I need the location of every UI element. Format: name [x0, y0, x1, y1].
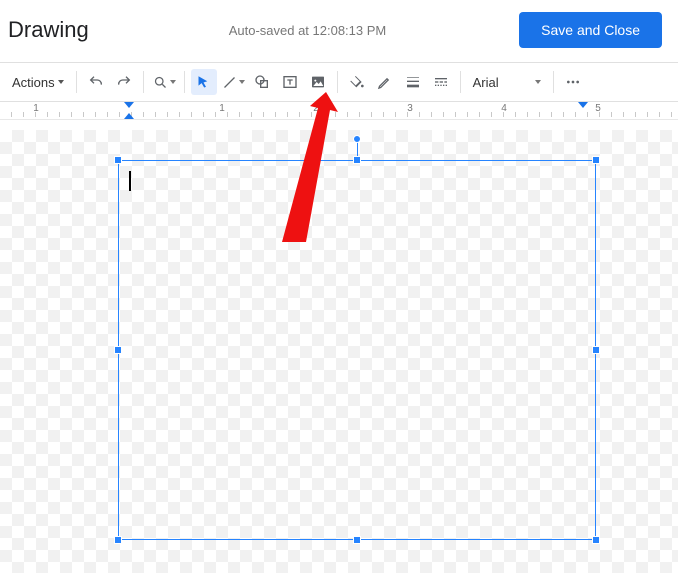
border-dash-button[interactable] — [428, 69, 454, 95]
drawing-canvas[interactable] — [0, 130, 678, 573]
horizontal-ruler: 1 1 2 3 4 5 — [0, 102, 678, 120]
shape-icon — [254, 74, 270, 90]
ruler-ticks — [0, 102, 678, 119]
chevron-down-icon — [58, 80, 64, 84]
ruler-number: 4 — [501, 103, 507, 114]
dialog-header: Drawing Auto-saved at 12:08:13 PM Save a… — [0, 0, 678, 62]
toolbar-separator — [553, 71, 554, 93]
ruler-number: 5 — [595, 103, 601, 114]
redo-button[interactable] — [111, 69, 137, 95]
autosave-status: Auto-saved at 12:08:13 PM — [229, 23, 519, 38]
font-picker[interactable]: Arial — [467, 73, 547, 92]
toolbar-separator — [184, 71, 185, 93]
toolbar-separator — [76, 71, 77, 93]
selected-textbox[interactable] — [118, 160, 596, 540]
border-weight-button[interactable] — [400, 69, 426, 95]
zoom-icon — [153, 75, 168, 90]
undo-icon — [88, 74, 104, 90]
resize-handle-ml[interactable] — [114, 346, 122, 354]
resize-handle-mr[interactable] — [592, 346, 600, 354]
ruler-indent-marker[interactable] — [124, 102, 134, 108]
toolbar-separator — [143, 71, 144, 93]
ruler-number: 1 — [33, 103, 39, 114]
ruler-right-marker[interactable] — [578, 102, 588, 108]
toolbar-separator — [337, 71, 338, 93]
actions-menu-button[interactable]: Actions — [6, 71, 70, 94]
ruler-number: 1 — [219, 103, 225, 114]
undo-button[interactable] — [83, 69, 109, 95]
chevron-down-icon — [170, 80, 176, 84]
line-tool-button[interactable] — [219, 69, 247, 95]
fill-color-button[interactable] — [344, 69, 370, 95]
line-weight-icon — [405, 74, 421, 90]
chevron-down-icon — [239, 80, 245, 84]
more-button[interactable] — [560, 69, 586, 95]
resize-handle-tl[interactable] — [114, 156, 122, 164]
save-and-close-button[interactable]: Save and Close — [519, 12, 662, 48]
border-color-button[interactable] — [372, 69, 398, 95]
zoom-button[interactable] — [150, 69, 178, 95]
resize-handle-tr[interactable] — [592, 156, 600, 164]
ruler-number: 3 — [407, 103, 413, 114]
resize-handle-br[interactable] — [592, 536, 600, 544]
select-tool-button[interactable] — [191, 69, 217, 95]
shape-tool-button[interactable] — [249, 69, 275, 95]
ruler-number: 2 — [313, 103, 319, 114]
dialog-title: Drawing — [8, 17, 89, 43]
redo-icon — [116, 74, 132, 90]
toolbar-separator — [460, 71, 461, 93]
resize-handle-bl[interactable] — [114, 536, 122, 544]
textbox-icon — [282, 74, 298, 90]
pencil-icon — [377, 75, 392, 90]
chevron-down-icon — [535, 80, 541, 84]
resize-handle-tc[interactable] — [353, 156, 361, 164]
textbox-tool-button[interactable] — [277, 69, 303, 95]
font-name-label: Arial — [473, 75, 499, 90]
line-dash-icon — [433, 74, 449, 90]
toolbar: Actions Arial — [0, 62, 678, 102]
line-icon — [222, 75, 237, 90]
rotate-handle[interactable] — [353, 135, 361, 143]
ruler-margin-marker[interactable] — [124, 113, 134, 119]
actions-menu-label: Actions — [12, 75, 55, 90]
image-icon — [310, 74, 326, 90]
text-caret — [129, 171, 131, 191]
resize-handle-bc[interactable] — [353, 536, 361, 544]
image-tool-button[interactable] — [305, 69, 331, 95]
more-horizontal-icon — [565, 74, 581, 90]
paint-bucket-icon — [349, 74, 365, 90]
cursor-icon — [196, 75, 211, 90]
